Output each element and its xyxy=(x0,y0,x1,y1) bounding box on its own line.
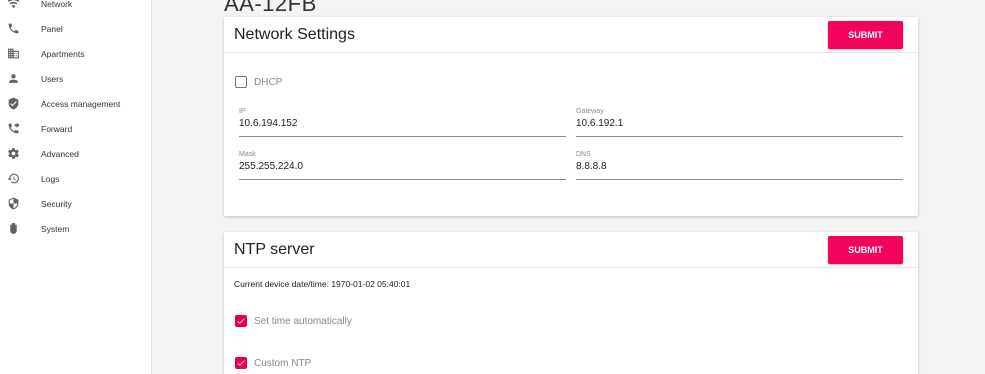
ntp-submit-button[interactable]: SUBMIT xyxy=(828,236,903,264)
sidebar-item-security[interactable]: Security xyxy=(0,191,152,216)
sidebar-item-label: Network xyxy=(41,0,73,9)
sidebar-item-advanced[interactable]: Advanced xyxy=(0,141,152,166)
current-datetime-text: Current device date/time: 1970-01-02 05:… xyxy=(234,279,411,289)
sidebar-item-logs[interactable]: Logs xyxy=(0,166,152,191)
auto-time-checkbox-row[interactable]: Set time automatically xyxy=(235,315,352,327)
sidebar-item-label: Forward xyxy=(41,123,73,134)
sidebar-item-label: Apartments xyxy=(41,48,85,59)
dns-input[interactable] xyxy=(576,161,903,172)
sidebar-item-label: Security xyxy=(41,198,72,209)
card-header: NTP server SUBMIT xyxy=(224,232,918,268)
person-icon xyxy=(6,72,20,86)
auto-time-checkbox[interactable] xyxy=(235,315,247,327)
ntp-server-card: NTP server SUBMIT Current device date/ti… xyxy=(224,232,918,374)
sidebar: Network Panel Apartments Users Access ma… xyxy=(0,0,152,374)
gear-icon xyxy=(6,147,20,161)
sidebar-item-label: Advanced xyxy=(41,148,79,159)
system-icon xyxy=(6,222,20,236)
dhcp-label: DHCP xyxy=(254,76,283,88)
sidebar-item-label: Logs xyxy=(41,173,60,184)
network-submit-button[interactable]: SUBMIT xyxy=(828,21,903,49)
ip-input[interactable] xyxy=(239,118,566,129)
phone-icon xyxy=(6,22,20,36)
page-title: AA-12FB xyxy=(224,0,317,16)
sidebar-item-label: Access management xyxy=(41,98,121,109)
apartment-icon xyxy=(6,47,20,61)
ip-label: IP xyxy=(239,108,246,115)
ntp-server-title: NTP server xyxy=(234,241,315,258)
sidebar-item-label: Panel xyxy=(41,23,63,34)
sidebar-item-users[interactable]: Users xyxy=(0,66,152,91)
sidebar-item-apartments[interactable]: Apartments xyxy=(0,41,152,66)
sidebar-item-system[interactable]: System xyxy=(0,216,152,241)
check-icon xyxy=(237,318,245,324)
sidebar-item-forward[interactable]: Forward xyxy=(0,116,152,141)
phone-forward-icon xyxy=(6,122,20,136)
gateway-input[interactable] xyxy=(576,118,903,129)
custom-ntp-label: Custom NTP xyxy=(254,357,312,369)
mask-input[interactable] xyxy=(239,161,566,172)
network-settings-card: Network Settings SUBMIT DHCP IP Gateway … xyxy=(224,17,918,216)
gateway-label: Gateway xyxy=(576,108,604,115)
shield-check-icon xyxy=(6,97,20,111)
check-icon xyxy=(237,360,245,366)
dhcp-checkbox-row[interactable]: DHCP xyxy=(235,76,282,88)
custom-ntp-checkbox-row[interactable]: Custom NTP xyxy=(235,357,311,369)
mask-field[interactable]: Mask xyxy=(239,151,566,180)
dns-field[interactable]: DNS xyxy=(576,151,903,180)
wifi-icon xyxy=(6,0,20,11)
auto-time-label: Set time automatically xyxy=(254,315,352,327)
mask-label: Mask xyxy=(239,151,256,158)
security-icon xyxy=(6,197,20,211)
sidebar-item-label: System xyxy=(41,223,70,234)
custom-ntp-checkbox[interactable] xyxy=(235,357,247,369)
sidebar-item-access-management[interactable]: Access management xyxy=(0,91,152,116)
dhcp-checkbox[interactable] xyxy=(235,76,247,88)
network-settings-title: Network Settings xyxy=(234,26,355,43)
ip-field[interactable]: IP xyxy=(239,108,566,137)
sidebar-item-panel[interactable]: Panel xyxy=(0,16,152,41)
sidebar-item-label: Users xyxy=(41,73,64,84)
card-header: Network Settings SUBMIT xyxy=(224,17,918,53)
gateway-field[interactable]: Gateway xyxy=(576,108,903,137)
dns-label: DNS xyxy=(576,151,591,158)
history-icon xyxy=(6,172,20,186)
sidebar-item-network[interactable]: Network xyxy=(0,0,152,16)
